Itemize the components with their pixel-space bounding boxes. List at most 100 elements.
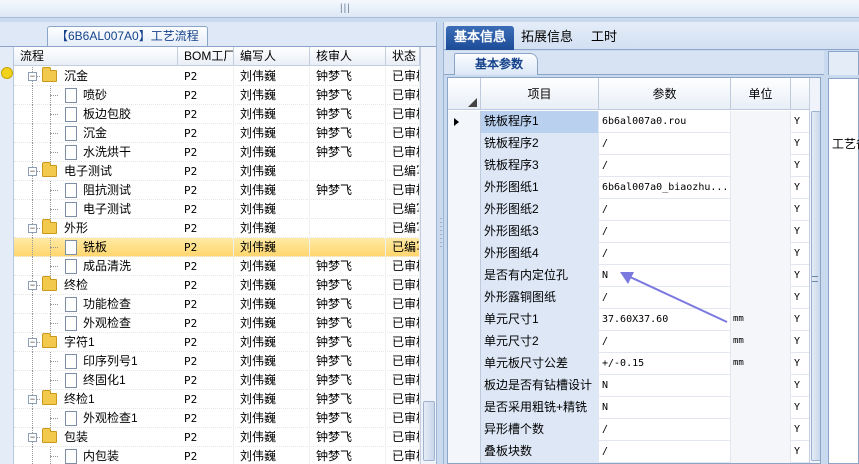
row-selector[interactable] bbox=[448, 111, 481, 133]
param-row[interactable]: 板边是否有钻槽设计 N Y bbox=[448, 375, 820, 397]
column-header-checker[interactable]: 核审人 bbox=[310, 47, 386, 66]
row-selector[interactable] bbox=[448, 133, 481, 155]
tab-work-hours[interactable]: 工时 bbox=[583, 26, 625, 50]
row-selector[interactable] bbox=[448, 243, 481, 265]
tree-step-row[interactable]: 板边包胶 P2刘伟巍钟梦飞已审核 bbox=[14, 105, 420, 124]
row-selector[interactable] bbox=[448, 221, 481, 243]
row-selector[interactable] bbox=[448, 375, 481, 397]
row-selector[interactable] bbox=[448, 199, 481, 221]
tree-group-row[interactable]: − 电子测试 P2刘伟巍 已编写 bbox=[14, 162, 420, 181]
param-cell[interactable]: N bbox=[599, 397, 731, 419]
row-selector[interactable] bbox=[448, 265, 481, 287]
param-row[interactable]: 铣板程序3/Y bbox=[448, 155, 820, 177]
grid-corner[interactable] bbox=[448, 78, 481, 110]
tree-group-row[interactable]: − 终检 P2刘伟巍钟梦飞已审核 bbox=[14, 276, 420, 295]
param-row[interactable]: 是否有内定位孔 N Y bbox=[448, 265, 820, 287]
row-selector[interactable] bbox=[448, 441, 481, 463]
param-cell[interactable]: / bbox=[599, 133, 731, 155]
param-row[interactable]: 是否采用粗铣+精铣 N Y bbox=[448, 397, 820, 419]
param-cell[interactable]: / bbox=[599, 419, 731, 441]
collapse-toggle-icon[interactable]: − bbox=[28, 338, 37, 347]
tree-step-row[interactable]: 终固化1 P2刘伟巍钟梦飞已审核 bbox=[14, 371, 420, 390]
param-cell[interactable]: N bbox=[599, 375, 731, 397]
collapse-toggle-icon[interactable]: − bbox=[28, 433, 37, 442]
param-row[interactable]: 外形图纸1 6b6al007a0_biaozhu... Y bbox=[448, 177, 820, 199]
tab-basic-params[interactable]: 基本参数 bbox=[454, 53, 539, 75]
collapse-toggle-icon[interactable]: − bbox=[28, 167, 37, 176]
collapse-arrow-icon[interactable] bbox=[1, 67, 13, 79]
param-cell[interactable]: 37.60X37.60 bbox=[599, 309, 731, 331]
column-header-flow[interactable]: 流程 bbox=[14, 47, 178, 66]
param-row[interactable]: 异形槽个数 / Y bbox=[448, 419, 820, 441]
row-selector[interactable] bbox=[448, 331, 481, 353]
checker-cell bbox=[310, 200, 386, 219]
tree-step-row[interactable]: 功能检查 P2刘伟巍钟梦飞已审核 bbox=[14, 295, 420, 314]
grid-scrollbar[interactable] bbox=[809, 78, 820, 463]
param-row[interactable]: 外形露铜图纸 / Y bbox=[448, 287, 820, 309]
tree-step-row[interactable]: 外观检查 P2刘伟巍钟梦飞已审核 bbox=[14, 314, 420, 333]
param-row[interactable]: 单元尺寸1 37.60X37.60 mm Y bbox=[448, 309, 820, 331]
param-cell[interactable]: / bbox=[599, 221, 731, 243]
tree-scrollbar[interactable] bbox=[420, 47, 436, 464]
tree-scroll-thumb[interactable] bbox=[423, 401, 435, 461]
tree-step-row[interactable]: 喷砂 P2刘伟巍钟梦飞已审核 bbox=[14, 86, 420, 105]
param-cell[interactable]: / bbox=[599, 243, 731, 265]
param-row[interactable]: 外形图纸4/Y bbox=[448, 243, 820, 265]
tree-step-row[interactable]: 水洗烘干 P2刘伟巍钟梦飞已审核 bbox=[14, 143, 420, 162]
tree-group-row[interactable]: − 外形 P2刘伟巍 已编写 bbox=[14, 219, 420, 238]
row-selector[interactable] bbox=[448, 287, 481, 309]
process-flow-tab[interactable]: 【6B6AL007A0】工艺流程 bbox=[47, 26, 208, 46]
param-row[interactable]: 单元板尺寸公差 +/-0.15 mm Y bbox=[448, 353, 820, 375]
grid-scroll-thumb[interactable] bbox=[811, 111, 820, 461]
column-header-item[interactable]: 项目 bbox=[481, 78, 599, 110]
param-row[interactable]: 单元尺寸2/mm Y bbox=[448, 331, 820, 353]
tree-step-row[interactable]: 内包装 P2刘伟巍钟梦飞已审核 bbox=[14, 447, 420, 464]
tree-group-row[interactable]: − 终检1 P2刘伟巍钟梦飞已审核 bbox=[14, 390, 420, 409]
tree-step-row[interactable]: 阻抗测试 P2刘伟巍钟梦飞已审核 bbox=[14, 181, 420, 200]
panel-splitter[interactable]: · · · · · · · · bbox=[436, 22, 444, 464]
param-cell[interactable]: N bbox=[599, 265, 731, 287]
column-header-status[interactable]: 状态 bbox=[386, 47, 420, 66]
column-header-bom[interactable]: BOM工厂 bbox=[178, 47, 234, 66]
param-cell[interactable]: / bbox=[599, 199, 731, 221]
tab-basic-info[interactable]: 基本信息 bbox=[446, 26, 515, 50]
collapse-toggle-icon[interactable]: − bbox=[28, 281, 37, 290]
param-cell[interactable]: / bbox=[599, 331, 731, 353]
param-row[interactable]: 铣板程序2/Y bbox=[448, 133, 820, 155]
row-selector[interactable] bbox=[448, 397, 481, 419]
param-row[interactable]: 外形图纸2/Y bbox=[448, 199, 820, 221]
param-cell[interactable]: +/-0.15 bbox=[599, 353, 731, 375]
notes-tab[interactable] bbox=[828, 51, 859, 75]
tree-step-row[interactable]: 铣板 P2刘伟巍 已编写 bbox=[14, 238, 420, 257]
tree-step-row[interactable]: 成品清洗 P2刘伟巍钟梦飞已审核 bbox=[14, 257, 420, 276]
param-cell[interactable]: 6b6al007a0_biaozhu... bbox=[599, 177, 731, 199]
row-selector[interactable] bbox=[448, 309, 481, 331]
param-row[interactable]: 铣板程序1 6b6al007a0.rou Y bbox=[448, 111, 820, 133]
row-selector[interactable] bbox=[448, 155, 481, 177]
param-cell[interactable]: / bbox=[599, 287, 731, 309]
tree-group-row[interactable]: − 沉金 P2刘伟巍钟梦飞已审核 bbox=[14, 67, 420, 86]
param-cell[interactable]: / bbox=[599, 441, 731, 463]
column-header-writer[interactable]: 编写人 bbox=[234, 47, 310, 66]
column-header-param[interactable]: 参数 bbox=[599, 78, 731, 110]
param-row[interactable]: 外形图纸3/Y bbox=[448, 221, 820, 243]
tree-group-row[interactable]: − 字符1 P2刘伟巍钟梦飞已审核 bbox=[14, 333, 420, 352]
column-header-unit[interactable]: 单位 bbox=[731, 78, 791, 110]
row-selector[interactable] bbox=[448, 177, 481, 199]
tree-step-row[interactable]: 印序列号1 P2刘伟巍钟梦飞已审核 bbox=[14, 352, 420, 371]
tree-step-row[interactable]: 沉金 P2刘伟巍钟梦飞已审核 bbox=[14, 124, 420, 143]
collapse-toggle-icon[interactable]: − bbox=[28, 72, 37, 81]
param-cell[interactable]: 6b6al007a0.rou bbox=[599, 111, 731, 133]
param-row[interactable]: 叠板块数 / Y bbox=[448, 441, 820, 463]
collapse-strip[interactable] bbox=[0, 47, 14, 464]
tab-extended-info[interactable]: 拓展信息 bbox=[513, 26, 581, 50]
tree-step-row[interactable]: 外观检查1 P2刘伟巍钟梦飞已审核 bbox=[14, 409, 420, 428]
row-selector[interactable] bbox=[448, 353, 481, 375]
param-cell[interactable]: / bbox=[599, 155, 731, 177]
row-selector[interactable] bbox=[448, 419, 481, 441]
resize-grip[interactable]: ||| bbox=[340, 3, 351, 14]
collapse-toggle-icon[interactable]: − bbox=[28, 395, 37, 404]
tree-step-row[interactable]: 电子测试 P2刘伟巍 已编写 bbox=[14, 200, 420, 219]
tree-group-row[interactable]: − 包装 P2刘伟巍钟梦飞已审核 bbox=[14, 428, 420, 447]
collapse-toggle-icon[interactable]: − bbox=[28, 224, 37, 233]
